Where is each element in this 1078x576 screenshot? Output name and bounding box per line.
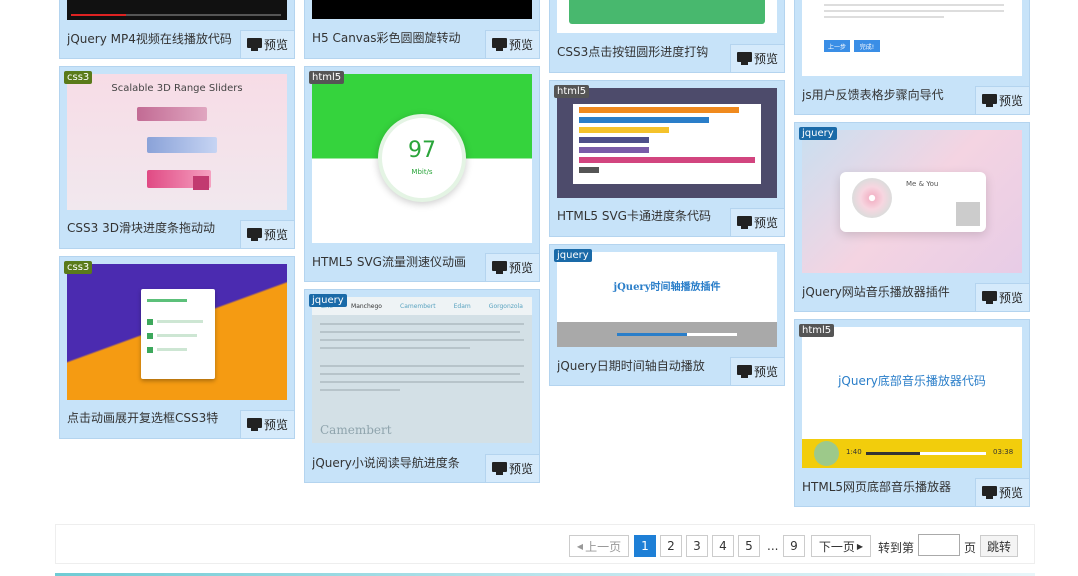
preview-button[interactable]: 预览	[730, 357, 784, 385]
monitor-icon	[491, 38, 507, 51]
thumb-checkbox-animation	[67, 264, 287, 400]
page-button-1[interactable]: 1	[634, 535, 656, 557]
monitor-icon	[246, 228, 262, 241]
card-date-timeline[interactable]: jquery jQuery时间轴播放插件 jQuery日期时间轴自动播放 预览	[549, 244, 785, 386]
thumb-bottom-music-player: jQuery底部音乐播放器代码 1:40 03:38	[802, 327, 1022, 468]
preview-button[interactable]: 预览	[485, 253, 539, 281]
next-page-button[interactable]: 下一页 ▶	[811, 535, 871, 557]
card-title[interactable]: CSS3点击按钮圆形进度打钩	[557, 43, 727, 60]
monitor-icon	[736, 365, 752, 378]
preview-button[interactable]: 预览	[240, 30, 294, 58]
card-mp4-player[interactable]: jQuery MP4视频在线播放代码 预览	[59, 0, 295, 59]
thumb-reading-progress: Brie Manchego Camembert Edam Gorgonzola …	[312, 297, 532, 443]
card-bottom-music-player[interactable]: html5 jQuery底部音乐播放器代码 1:40 03:38 HTML5网页…	[794, 319, 1030, 507]
preview-button[interactable]: 预览	[975, 86, 1029, 114]
column-1: jQuery MP4视频在线播放代码 预览 css3 Scalable 3D R…	[59, 0, 295, 446]
pagination-ellipsis: ...	[767, 539, 779, 553]
card-checkbox-animation[interactable]: css3 点击动画展开复选框CSS3特 预览	[59, 256, 295, 439]
card-title[interactable]: jQuery日期时间轴自动播放	[557, 357, 727, 374]
column-2: H5 Canvas彩色圆圈旋转动 预览 html5 97 Mbit/s HTML…	[304, 0, 540, 490]
preview-button[interactable]: 预览	[730, 44, 784, 72]
monitor-icon	[981, 486, 997, 499]
preview-button[interactable]: 预览	[975, 283, 1029, 311]
goto-label: 转到第	[878, 541, 915, 555]
card-title[interactable]: HTML5 SVG卡通进度条代码	[557, 207, 727, 224]
card-title[interactable]: 点击动画展开复选框CSS3特	[67, 409, 237, 426]
card-title[interactable]: jQuery MP4视频在线播放代码	[67, 30, 237, 47]
monitor-icon	[491, 261, 507, 274]
thumb-svg-speedometer: 97 Mbit/s	[312, 74, 532, 243]
card-title[interactable]: HTML5 SVG流量测速仪动画	[312, 253, 482, 270]
thumb-canvas-circles	[312, 0, 532, 19]
monitor-icon	[491, 462, 507, 475]
monitor-icon	[736, 216, 752, 229]
thumb-svg-cartoon-progress	[557, 88, 777, 198]
prev-page-button[interactable]: ◀ 上一页	[569, 535, 629, 557]
column-3: CSS3点击按钮圆形进度打钩 预览 html5 HTML5 SVG卡通进度条代码…	[549, 0, 785, 393]
tag-badge: html5	[309, 71, 345, 84]
monitor-icon	[246, 38, 262, 51]
monitor-icon	[246, 418, 262, 431]
tag-badge: html5	[554, 85, 590, 98]
tag-badge: jquery	[554, 249, 592, 262]
chevron-left-icon: ◀	[576, 541, 584, 551]
column-4: 上一步 完成! js用户反馈表格步骤向导代 预览 jquery Me & You…	[794, 0, 1030, 514]
preview-button[interactable]: 预览	[240, 410, 294, 438]
thumb-circle-progress-check	[557, 0, 777, 33]
chevron-right-icon: ▶	[856, 541, 864, 551]
page-button-5[interactable]: 5	[738, 535, 760, 557]
card-title[interactable]: jQuery小说阅读导航进度条	[312, 454, 482, 471]
tag-badge: jquery	[799, 127, 837, 140]
card-title[interactable]: HTML5网页底部音乐播放器	[802, 478, 972, 495]
tag-badge: css3	[64, 71, 93, 84]
thumb-3d-range-slider: Scalable 3D Range Sliders	[67, 74, 287, 210]
page-button-4[interactable]: 4	[712, 535, 734, 557]
jump-button[interactable]: 跳转	[980, 535, 1018, 557]
tag-badge: css3	[64, 261, 93, 274]
preview-button[interactable]: 预览	[485, 30, 539, 58]
preview-button[interactable]: 预览	[485, 454, 539, 482]
card-reading-progress[interactable]: jquery Brie Manchego Camembert Edam Gorg…	[304, 289, 540, 483]
tag-badge: jquery	[309, 294, 347, 307]
monitor-icon	[981, 94, 997, 107]
thumb-date-timeline: jQuery时间轴播放插件	[557, 252, 777, 347]
preview-button[interactable]: 预览	[975, 478, 1029, 506]
card-title[interactable]: H5 Canvas彩色圆圈旋转动	[312, 29, 482, 46]
page: jQuery MP4视频在线播放代码 预览 css3 Scalable 3D R…	[0, 0, 1078, 576]
page-button-2[interactable]: 2	[660, 535, 682, 557]
thumb-mp4-player	[67, 0, 287, 20]
card-title[interactable]: js用户反馈表格步骤向导代	[802, 86, 972, 103]
page-button-last[interactable]: 9	[783, 535, 805, 557]
pagination-bar: ◀ 上一页 1 2 3 4 5 ... 9 下一页 ▶ 转到第 页 跳转	[55, 524, 1035, 564]
tag-badge: html5	[799, 324, 835, 337]
card-circle-progress-check[interactable]: CSS3点击按钮圆形进度打钩 预览	[549, 0, 785, 73]
card-canvas-circles[interactable]: H5 Canvas彩色圆圈旋转动 预览	[304, 0, 540, 59]
card-music-player-plugin[interactable]: jquery Me & You jQuery网站音乐播放器插件 预览	[794, 122, 1030, 312]
card-title[interactable]: jQuery网站音乐播放器插件	[802, 283, 972, 300]
thumb-feedback-wizard: 上一步 完成!	[802, 0, 1022, 76]
monitor-icon	[981, 291, 997, 304]
card-feedback-wizard[interactable]: 上一步 完成! js用户反馈表格步骤向导代 预览	[794, 0, 1030, 115]
card-3d-range-slider[interactable]: css3 Scalable 3D Range Sliders CSS3 3D滑块…	[59, 66, 295, 249]
monitor-icon	[736, 52, 752, 65]
preview-button[interactable]: 预览	[730, 208, 784, 236]
page-button-3[interactable]: 3	[686, 535, 708, 557]
card-svg-speedometer[interactable]: html5 97 Mbit/s HTML5 SVG流量测速仪动画 预览	[304, 66, 540, 282]
card-title[interactable]: CSS3 3D滑块进度条拖动动	[67, 219, 237, 236]
thumb-music-player-plugin: Me & You	[802, 130, 1022, 273]
goto-page-input[interactable]	[918, 534, 960, 556]
page-unit-label: 页	[964, 541, 977, 555]
preview-button[interactable]: 预览	[240, 220, 294, 248]
card-svg-cartoon-progress[interactable]: html5 HTML5 SVG卡通进度条代码 预览	[549, 80, 785, 237]
